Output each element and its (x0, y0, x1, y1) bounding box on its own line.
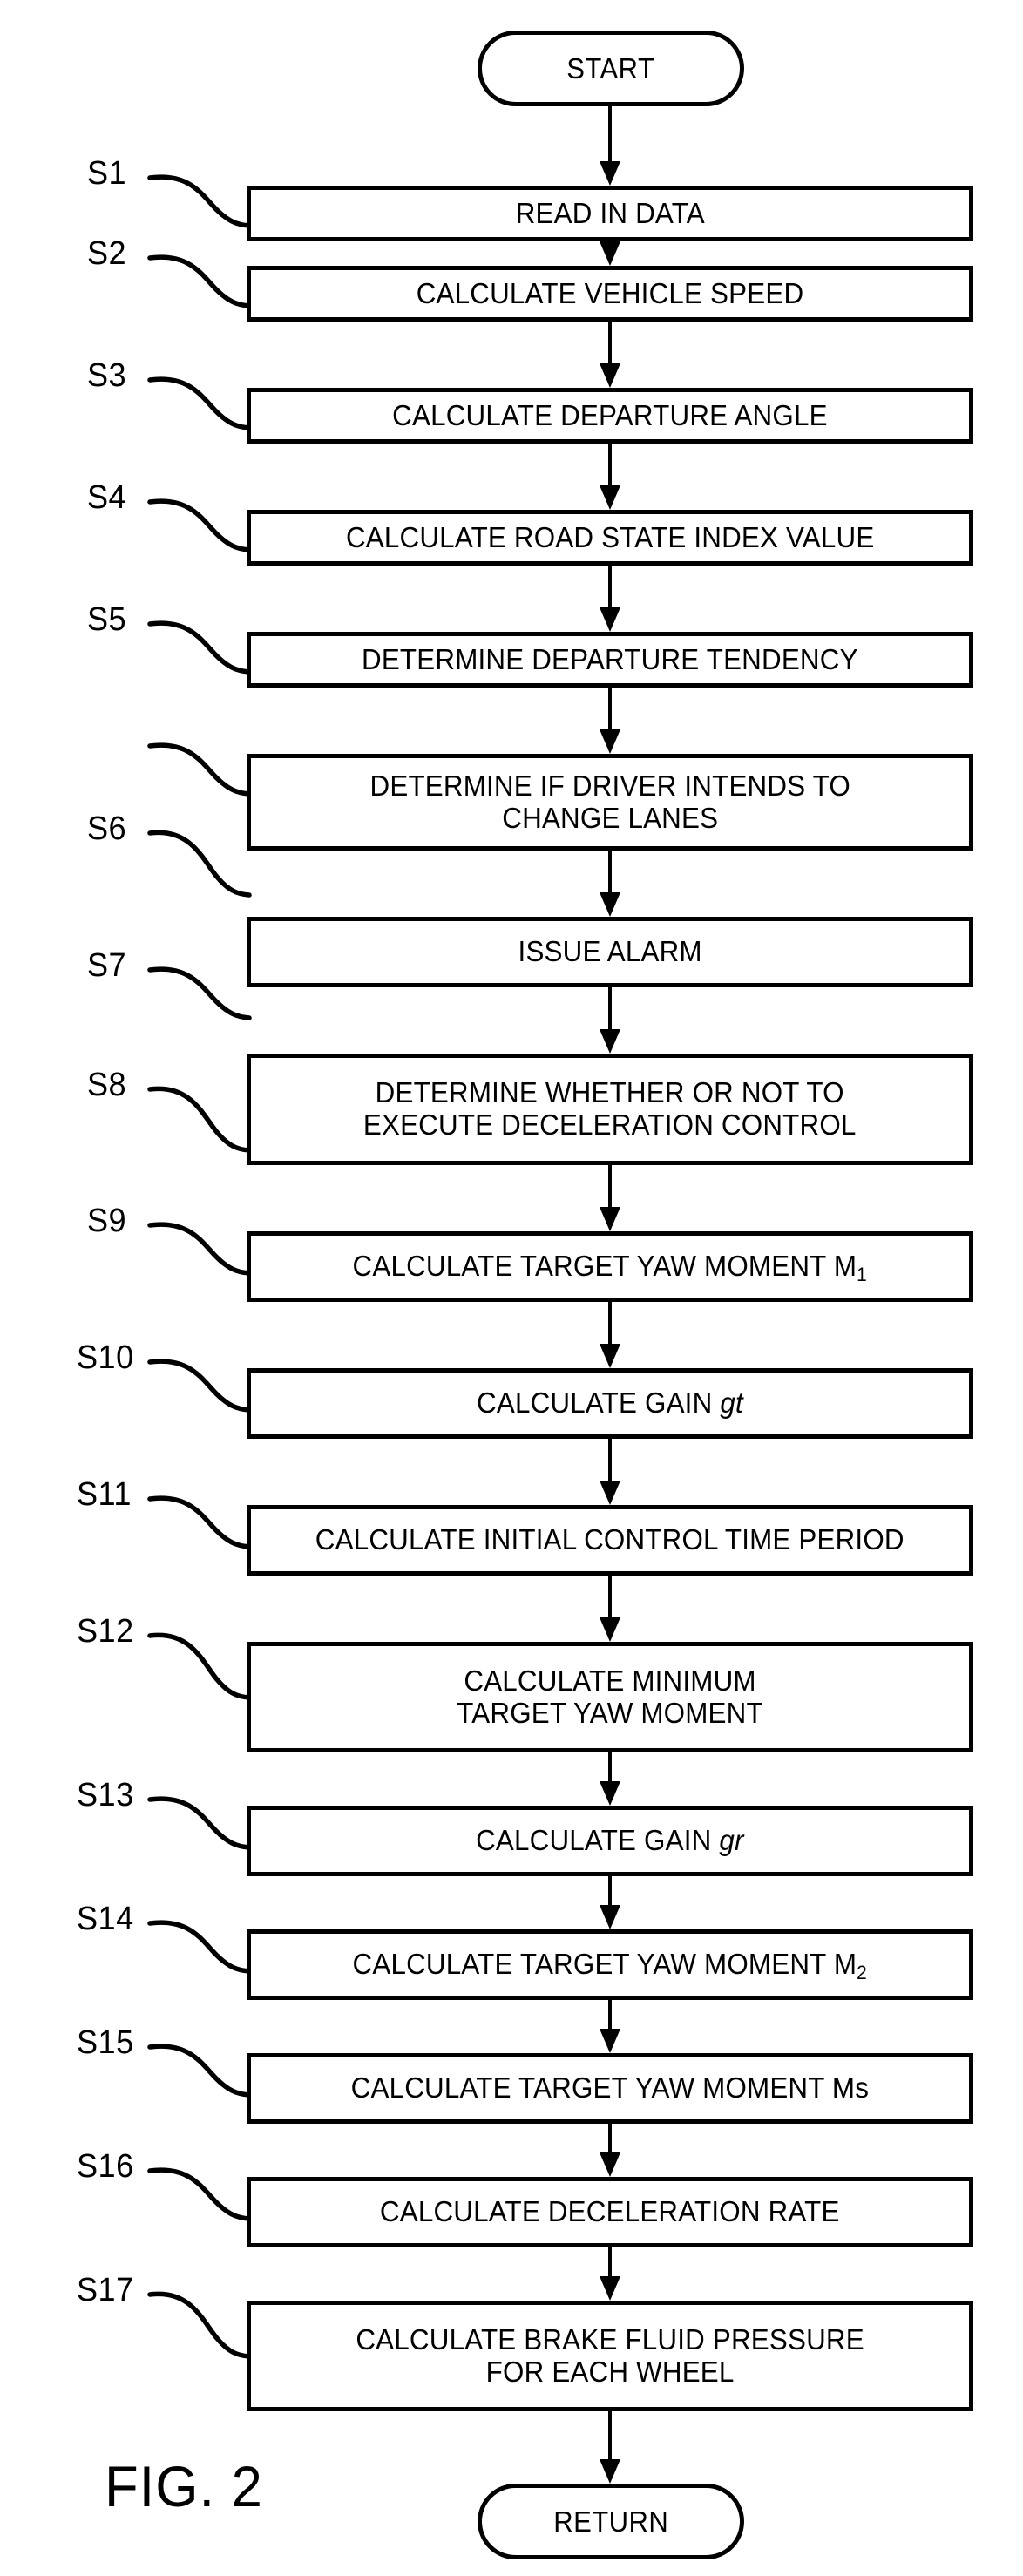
terminal-return: RETURN (478, 2484, 744, 2559)
process-text-s17: CALCULATE BRAKE FLUID PRESSURE FOR EACH … (356, 2322, 864, 2388)
process-text-s10: CALCULATE GAIN gt (477, 1386, 743, 1420)
process-box-s8: DETERMINE WHETHER OR NOT TO EXECUTE DECE… (247, 1054, 973, 1165)
process-box-s1: READ IN DATA (247, 186, 973, 241)
process-text-s4: CALCULATE ROAD STATE INDEX VALUE (345, 520, 875, 553)
process-box-s11: CALCULATE INITIAL CONTROL TIME PERIOD (247, 1505, 973, 1576)
process-text-s5: DETERMINE DEPARTURE TENDENCY (362, 642, 858, 675)
step-label-s1: S1 (87, 155, 127, 192)
process-box-s2: CALCULATE VEHICLE SPEED (247, 266, 973, 322)
process-box-s16: CALCULATE DECELERATION RATE (247, 2177, 973, 2247)
process-box-s14: CALCULATE TARGET YAW MOMENT M2 (247, 1929, 973, 2000)
step-label-s15: S15 (77, 2024, 134, 2061)
process-text-s15: CALCULATE TARGET YAW MOMENT Ms (350, 2071, 870, 2105)
step-label-s2: S2 (87, 235, 127, 272)
step-label-s17: S17 (77, 2272, 134, 2308)
process-text-s8: DETERMINE WHETHER OR NOT TO EXECUTE DECE… (363, 1076, 857, 1141)
figure-caption: FIG. 2 (105, 2454, 263, 2518)
flowchart-figure: START READ IN DATA CALCULATE VEHICLE SPE… (0, 0, 1023, 2576)
step-label-s16: S16 (77, 2148, 134, 2185)
terminal-start: START (478, 31, 744, 106)
process-box-s3: CALCULATE DEPARTURE ANGLE (247, 388, 973, 444)
step-label-s7: S7 (87, 947, 127, 984)
step-label-s4: S4 (87, 479, 127, 516)
terminal-return-label: RETURN (552, 2505, 669, 2538)
process-box-s9: CALCULATE TARGET YAW MOMENT M1 (247, 1231, 973, 1302)
process-box-s10: CALCULATE GAIN gt (247, 1368, 973, 1439)
process-text-s7: ISSUE ALARM (518, 935, 702, 968)
terminal-start-label: START (566, 52, 655, 85)
step-label-s12: S12 (77, 1613, 134, 1650)
process-text-s16: CALCULATE DECELERATION RATE (380, 2195, 840, 2228)
process-text-s3: CALCULATE DEPARTURE ANGLE (392, 398, 828, 431)
process-text-s13: CALCULATE GAIN gr (476, 1824, 744, 1857)
process-box-s4: CALCULATE ROAD STATE INDEX VALUE (247, 510, 973, 566)
step-label-s10: S10 (77, 1339, 134, 1376)
step-label-s9: S9 (87, 1203, 127, 1239)
process-box-s7: ISSUE ALARM (247, 917, 973, 987)
step-label-s13: S13 (77, 1777, 134, 1813)
process-text-s12: CALCULATE MINIMUM TARGET YAW MOMENT (457, 1664, 763, 1729)
process-box-s15: CALCULATE TARGET YAW MOMENT Ms (247, 2053, 973, 2124)
process-text-s6: DETERMINE IF DRIVER INTENDS TO CHANGE LA… (369, 769, 850, 834)
process-text-s9: CALCULATE TARGET YAW MOMENT M1 (352, 1250, 868, 1286)
process-text-s11: CALCULATE INITIAL CONTROL TIME PERIOD (315, 1523, 904, 1556)
process-box-s13: CALCULATE GAIN gr (247, 1806, 973, 1876)
step-label-s6: S6 (87, 810, 127, 847)
step-label-s5: S5 (87, 601, 127, 638)
step-label-s11: S11 (77, 1476, 132, 1513)
step-leader-lines (147, 174, 252, 2359)
process-box-s6: DETERMINE IF DRIVER INTENDS TO CHANGE LA… (247, 754, 973, 851)
process-box-s5: DETERMINE DEPARTURE TENDENCY (247, 632, 973, 688)
process-text-s1: READ IN DATA (515, 196, 705, 229)
process-box-s12: CALCULATE MINIMUM TARGET YAW MOMENT (247, 1642, 973, 1752)
process-text-s14: CALCULATE TARGET YAW MOMENT M2 (352, 1948, 868, 1984)
process-box-s17: CALCULATE BRAKE FLUID PRESSURE FOR EACH … (247, 2301, 973, 2411)
process-text-s2: CALCULATE VEHICLE SPEED (416, 276, 804, 309)
step-label-s8: S8 (87, 1067, 127, 1103)
step-label-s3: S3 (87, 357, 127, 394)
step-label-s14: S14 (77, 1901, 134, 1937)
